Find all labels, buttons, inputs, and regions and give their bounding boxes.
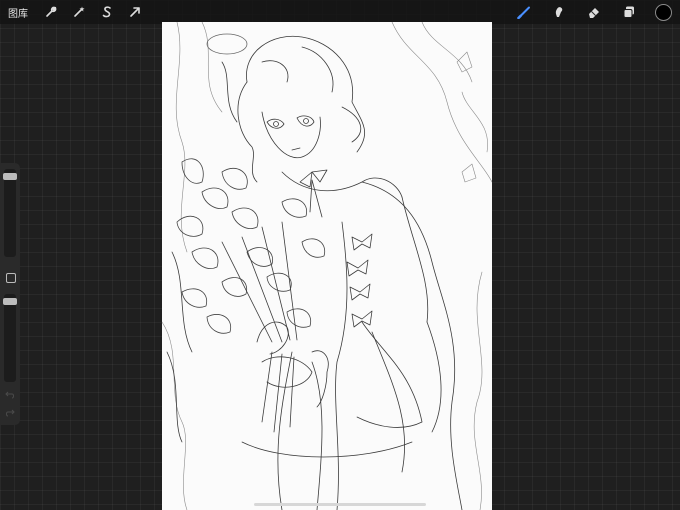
layers-icon[interactable] xyxy=(620,3,638,21)
top-toolbar: 图库 xyxy=(0,0,680,24)
gallery-button[interactable]: 图库 xyxy=(8,5,28,20)
modify-button[interactable] xyxy=(6,273,16,283)
brush-size-slider[interactable] xyxy=(4,169,16,257)
pencil-sketch xyxy=(162,22,492,510)
opacity-slider[interactable] xyxy=(4,294,16,382)
undo-icon[interactable] xyxy=(5,389,15,399)
opacity-thumb[interactable] xyxy=(3,298,17,306)
redo-icon[interactable] xyxy=(5,407,15,417)
brush-icon[interactable] xyxy=(515,3,533,21)
color-picker-swatch[interactable] xyxy=(655,3,672,21)
painting-tools xyxy=(498,0,672,24)
home-indicator xyxy=(254,503,426,506)
eraser-icon[interactable] xyxy=(585,3,603,21)
magic-wand-icon[interactable] xyxy=(70,3,88,21)
wrench-icon[interactable] xyxy=(42,3,60,21)
drawing-canvas[interactable] xyxy=(162,22,492,510)
brush-size-thumb[interactable] xyxy=(3,173,17,181)
smudge-icon[interactable] xyxy=(550,3,568,21)
selection-icon[interactable] xyxy=(98,3,116,21)
transform-arrow-icon[interactable] xyxy=(126,3,144,21)
left-sidebar xyxy=(0,163,20,425)
